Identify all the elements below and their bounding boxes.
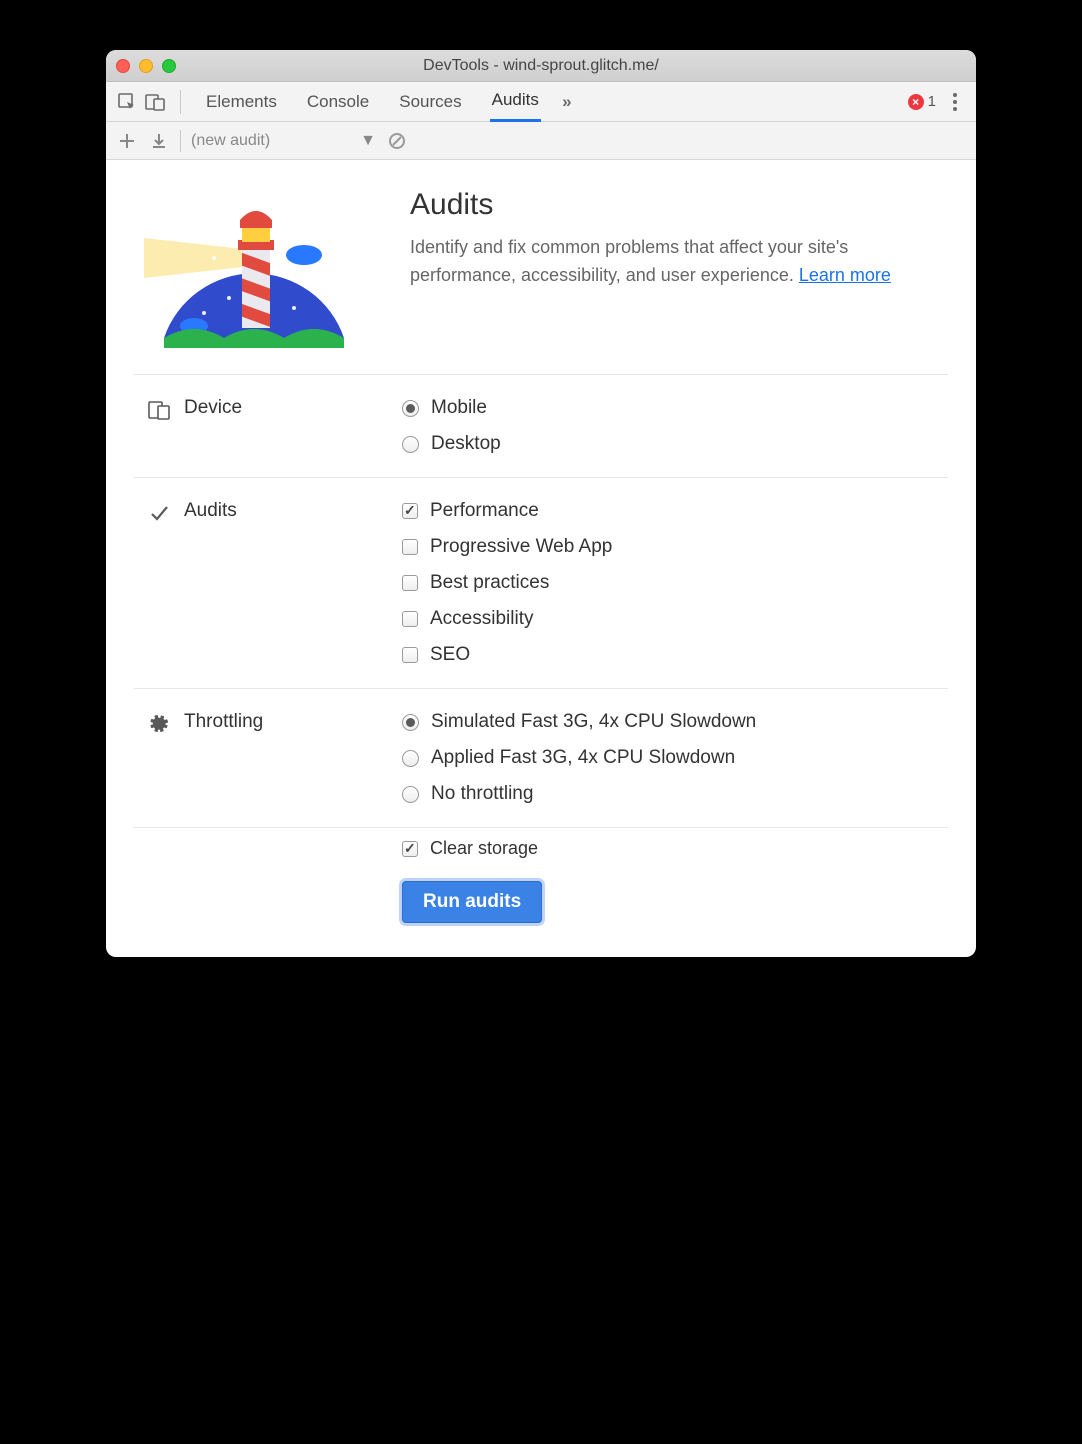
audit-pwa-checkbox[interactable] (402, 539, 418, 555)
device-mobile-option[interactable]: Mobile (402, 397, 501, 419)
page-description: Identify and fix common problems that af… (410, 234, 948, 290)
audit-select[interactable]: (new audit) ▼ (191, 132, 376, 150)
gear-icon (148, 713, 170, 735)
option-label: Mobile (431, 397, 487, 419)
new-audit-icon[interactable] (116, 130, 138, 152)
device-toggle-icon[interactable] (142, 89, 168, 115)
audit-seo-checkbox[interactable] (402, 647, 418, 663)
audit-select-value: (new audit) (191, 132, 270, 150)
titlebar: DevTools - wind-sprout.glitch.me/ (106, 50, 976, 82)
devtools-window: DevTools - wind-sprout.glitch.me/ Elemen… (106, 50, 976, 957)
tab-sources[interactable]: Sources (397, 82, 463, 122)
section-device: Device Mobile Desktop (134, 375, 948, 478)
close-window-button[interactable] (116, 59, 130, 73)
device-icon (148, 399, 170, 421)
throttle-none-radio[interactable] (402, 786, 419, 803)
option-label: Best practices (430, 572, 549, 594)
lighthouse-illustration (134, 188, 374, 348)
hero-text: Audits Identify and fix common problems … (410, 188, 948, 290)
option-label: Clear storage (430, 838, 538, 859)
download-icon[interactable] (148, 130, 170, 152)
audits-panel: Audits Identify and fix common problems … (106, 160, 976, 957)
throttle-none-option[interactable]: No throttling (402, 783, 756, 805)
minimize-window-button[interactable] (139, 59, 153, 73)
audit-a11y-option[interactable]: Accessibility (402, 608, 612, 630)
error-count: 1 (928, 93, 936, 110)
audit-seo-option[interactable]: SEO (402, 644, 612, 666)
divider (180, 90, 181, 114)
throttle-applied-radio[interactable] (402, 750, 419, 767)
audit-pwa-option[interactable]: Progressive Web App (402, 536, 612, 558)
option-label: Progressive Web App (430, 536, 612, 558)
tab-audits[interactable]: Audits (490, 82, 541, 122)
devtools-tabbar: Elements Console Sources Audits » × 1 (106, 82, 976, 122)
description-text: Identify and fix common problems that af… (410, 237, 848, 285)
option-label: SEO (430, 644, 470, 666)
learn-more-link[interactable]: Learn more (799, 265, 891, 285)
device-desktop-radio[interactable] (402, 436, 419, 453)
throttling-label: Throttling (184, 711, 263, 733)
throttle-sim-option[interactable]: Simulated Fast 3G, 4x CPU Slowdown (402, 711, 756, 733)
device-label: Device (184, 397, 242, 419)
tab-console[interactable]: Console (305, 82, 371, 122)
checkmark-icon (148, 502, 170, 524)
error-badge[interactable]: × 1 (908, 93, 936, 110)
device-desktop-option[interactable]: Desktop (402, 433, 501, 455)
option-label: Desktop (431, 433, 501, 455)
more-tabs-icon[interactable]: » (554, 92, 580, 112)
device-mobile-radio[interactable] (402, 400, 419, 417)
chevron-down-icon: ▼ (360, 132, 376, 150)
divider (180, 130, 181, 152)
clear-storage-checkbox[interactable] (402, 841, 418, 857)
throttle-sim-radio[interactable] (402, 714, 419, 731)
option-label: Applied Fast 3G, 4x CPU Slowdown (431, 747, 735, 769)
settings-menu-icon[interactable] (942, 93, 968, 111)
option-label: No throttling (431, 783, 533, 805)
option-label: Simulated Fast 3G, 4x CPU Slowdown (431, 711, 756, 733)
zoom-window-button[interactable] (162, 59, 176, 73)
run-audits-button[interactable]: Run audits (402, 881, 542, 923)
throttle-applied-option[interactable]: Applied Fast 3G, 4x CPU Slowdown (402, 747, 756, 769)
audits-toolbar: (new audit) ▼ (106, 122, 976, 160)
error-icon: × (908, 94, 924, 110)
option-label: Accessibility (430, 608, 533, 630)
audit-best-checkbox[interactable] (402, 575, 418, 591)
option-label: Performance (430, 500, 539, 522)
tab-elements[interactable]: Elements (204, 82, 279, 122)
section-throttling: Throttling Simulated Fast 3G, 4x CPU Slo… (134, 689, 948, 828)
page-title: Audits (410, 188, 948, 222)
audit-performance-option[interactable]: Performance (402, 500, 612, 522)
audits-label: Audits (184, 500, 237, 522)
hero: Audits Identify and fix common problems … (134, 188, 948, 375)
audit-performance-checkbox[interactable] (402, 503, 418, 519)
audit-a11y-checkbox[interactable] (402, 611, 418, 627)
section-audits: Audits Performance Progressive Web App B… (134, 478, 948, 689)
clear-icon[interactable] (386, 130, 408, 152)
inspect-icon[interactable] (114, 89, 140, 115)
audit-best-option[interactable]: Best practices (402, 572, 612, 594)
traffic-lights (116, 59, 176, 73)
window-title: DevTools - wind-sprout.glitch.me/ (106, 57, 976, 75)
clear-storage-option[interactable]: Clear storage (402, 838, 948, 859)
run-row: Clear storage Run audits (134, 828, 948, 923)
